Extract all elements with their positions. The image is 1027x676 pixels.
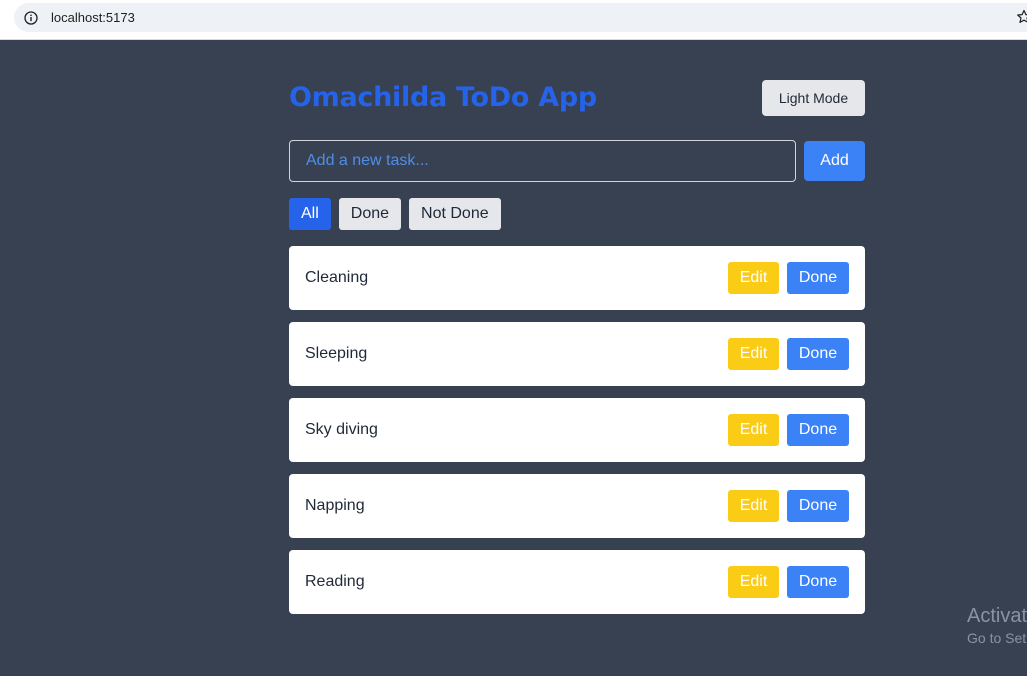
task-actions: Edit Done bbox=[728, 414, 849, 446]
add-task-form: Add bbox=[289, 140, 865, 182]
activation-watermark: Activat Go to Set bbox=[967, 604, 1027, 648]
light-mode-button[interactable]: Light Mode bbox=[762, 80, 865, 116]
filter-all-button[interactable]: All bbox=[289, 198, 331, 230]
filter-bar: All Done Not Done bbox=[289, 198, 865, 230]
task-label: Sleeping bbox=[305, 345, 368, 362]
task-actions: Edit Done bbox=[728, 490, 849, 522]
task-label: Napping bbox=[305, 497, 365, 514]
mark-done-button[interactable]: Done bbox=[787, 414, 849, 446]
add-task-button[interactable]: Add bbox=[804, 141, 865, 181]
task-item: Cleaning Edit Done bbox=[289, 246, 865, 310]
task-label: Cleaning bbox=[305, 269, 369, 286]
task-item: Sky diving Edit Done bbox=[289, 398, 865, 462]
filter-done-button[interactable]: Done bbox=[338, 198, 402, 230]
task-item: Reading Edit Done bbox=[289, 550, 865, 614]
task-actions: Edit Done bbox=[728, 566, 849, 598]
mark-done-button[interactable]: Done bbox=[787, 490, 849, 522]
watermark-line-1: Activat bbox=[967, 605, 1027, 627]
new-task-input[interactable] bbox=[289, 140, 796, 182]
edit-task-button[interactable]: Edit bbox=[728, 490, 779, 522]
info-icon[interactable] bbox=[24, 10, 38, 25]
edit-task-button[interactable]: Edit bbox=[728, 414, 779, 446]
task-item: Sleeping Edit Done bbox=[289, 322, 865, 386]
mark-done-button[interactable]: Done bbox=[787, 262, 849, 294]
app-title: Omachilda ToDo App bbox=[289, 82, 597, 113]
star-icon[interactable] bbox=[1016, 9, 1027, 25]
url-text[interactable]: localhost:5173 bbox=[51, 10, 135, 25]
todo-app: Omachilda ToDo App Light Mode Add All Do… bbox=[289, 80, 865, 626]
mark-done-button[interactable]: Done bbox=[787, 338, 849, 370]
address-bar[interactable]: localhost:5173 bbox=[14, 3, 1027, 32]
task-actions: Edit Done bbox=[728, 338, 849, 370]
mark-done-button[interactable]: Done bbox=[787, 566, 849, 598]
header: Omachilda ToDo App Light Mode bbox=[289, 80, 865, 116]
edit-task-button[interactable]: Edit bbox=[728, 338, 779, 370]
edit-task-button[interactable]: Edit bbox=[728, 566, 779, 598]
edit-task-button[interactable]: Edit bbox=[728, 262, 779, 294]
filter-not-done-button[interactable]: Not Done bbox=[409, 198, 501, 230]
task-item: Napping Edit Done bbox=[289, 474, 865, 538]
task-list: Cleaning Edit Done Sleeping Edit Done Sk… bbox=[289, 246, 865, 614]
browser-toolbar: localhost:5173 bbox=[0, 0, 1027, 40]
task-label: Reading bbox=[305, 573, 365, 590]
watermark-line-2: Go to Set bbox=[967, 630, 1027, 646]
task-label: Sky diving bbox=[305, 421, 378, 438]
task-actions: Edit Done bbox=[728, 262, 849, 294]
